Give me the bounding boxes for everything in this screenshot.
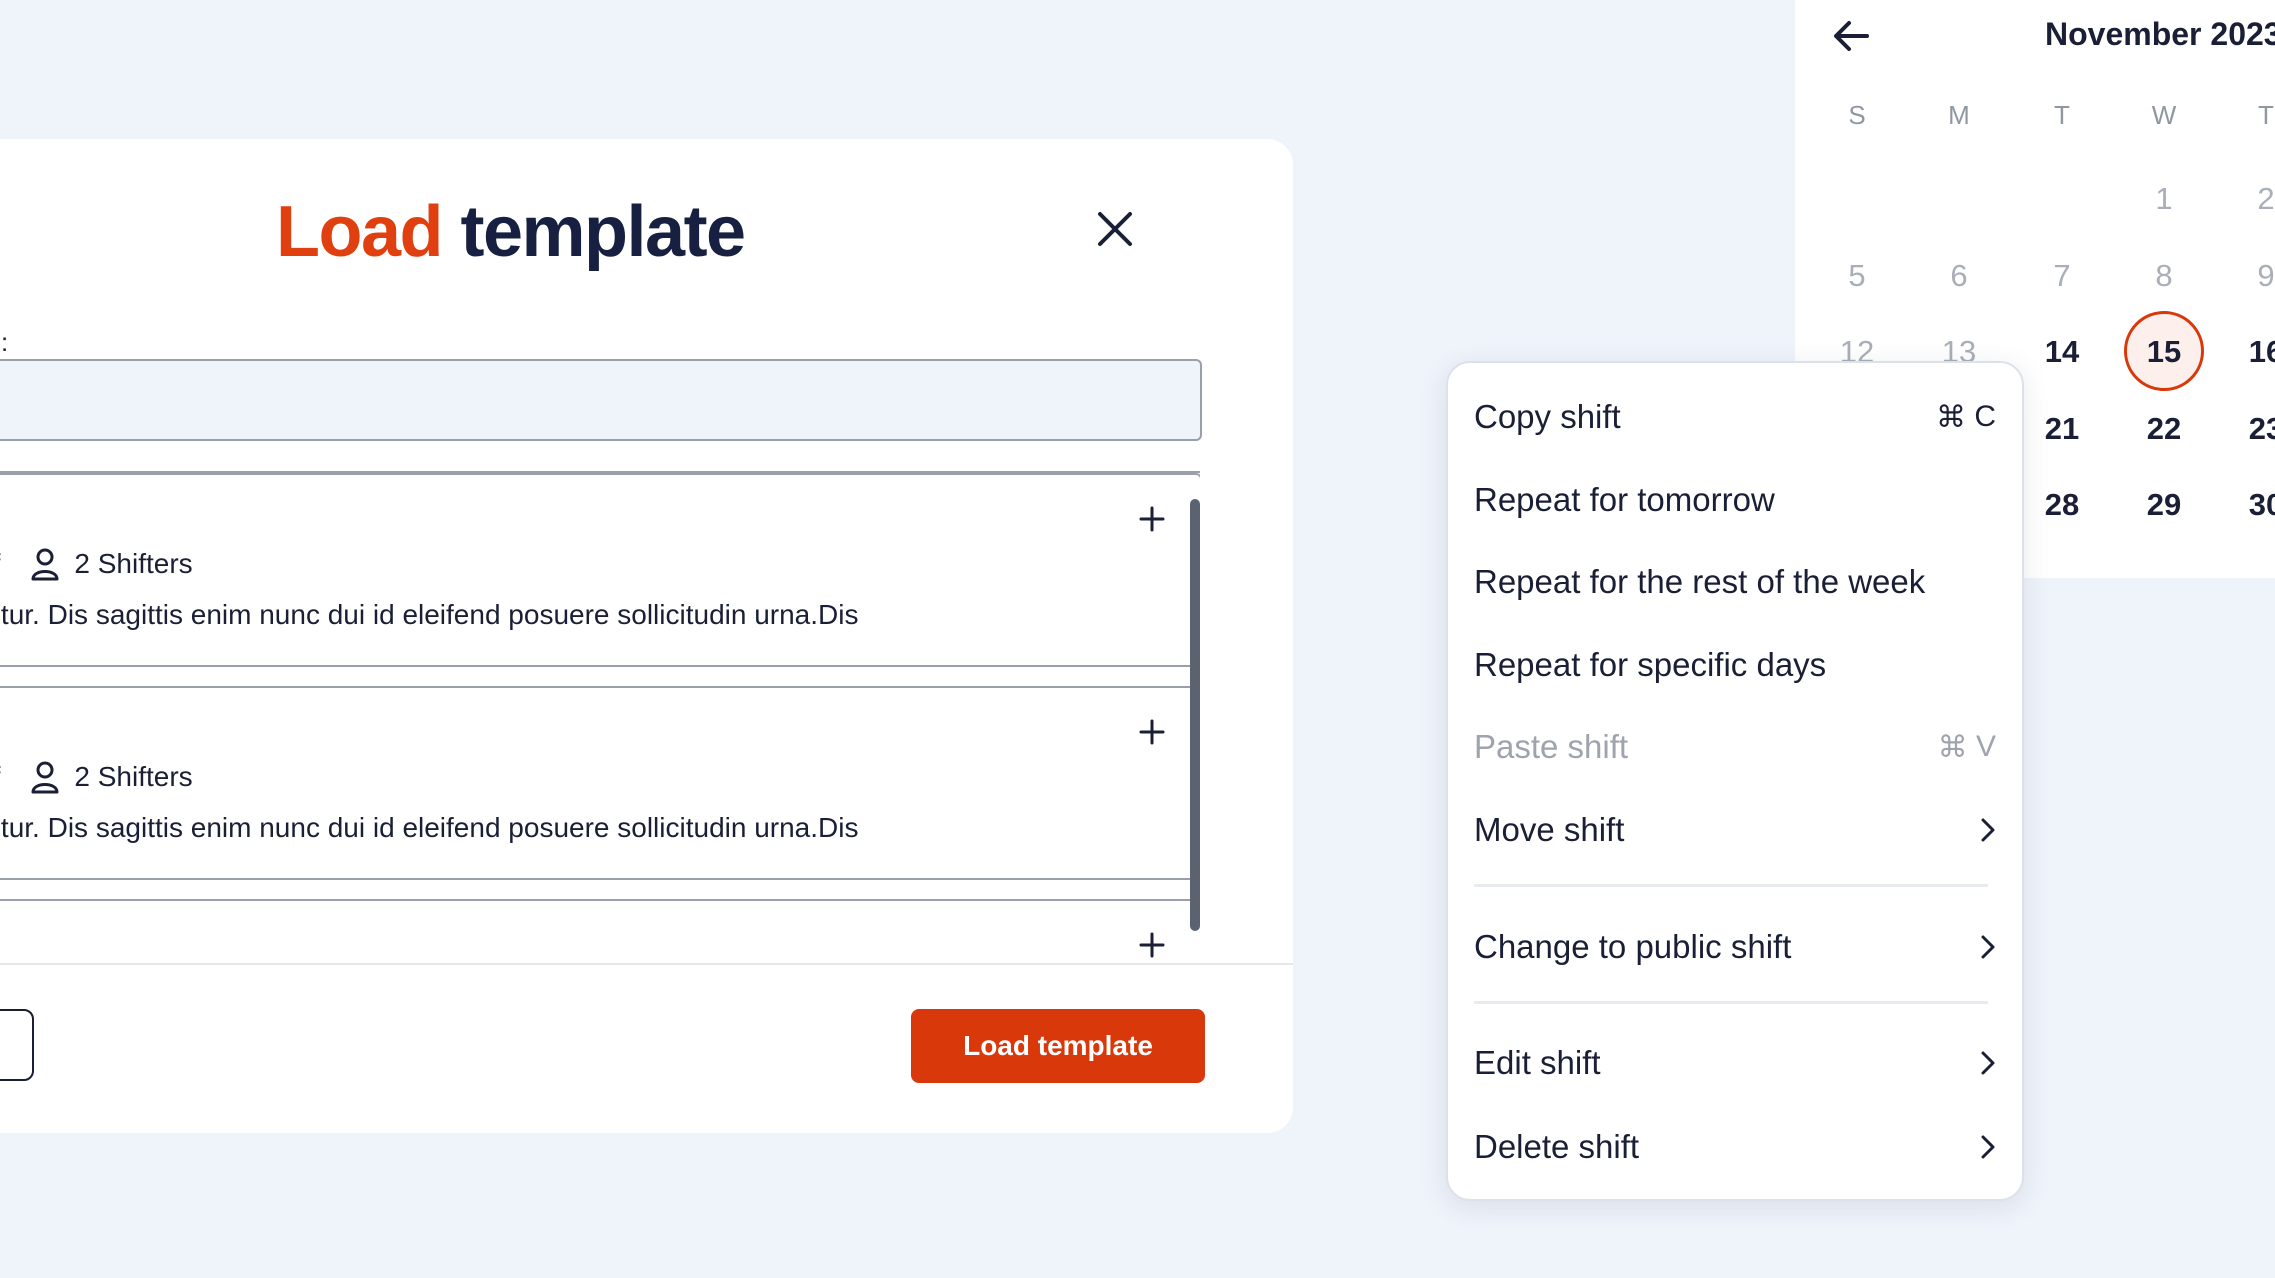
- calendar-day-today[interactable]: 15: [2124, 332, 2204, 372]
- menu-item-repeat-specific-days[interactable]: Repeat for specific days: [1474, 635, 1996, 695]
- add-template-button[interactable]: [1130, 497, 1174, 541]
- shifters-count: 2 Shifters: [74, 761, 193, 792]
- menu-item-delete-shift[interactable]: Delete shift: [1474, 1117, 1996, 1177]
- menu-item-label: Copy shift: [1474, 398, 1621, 435]
- modal-title-accent: Load: [276, 192, 443, 272]
- menu-item-repeat-rest-of-week[interactable]: Repeat for the rest of the week: [1474, 552, 1996, 612]
- person-icon: [30, 547, 60, 581]
- add-template-button[interactable]: [1130, 710, 1174, 754]
- shift-context-menu: Copy shift ⌘ C Repeat for tomorrow Repea…: [1446, 361, 2024, 1201]
- menu-item-paste-shift[interactable]: Paste shift ⌘ V: [1474, 717, 1996, 777]
- chevron-right-icon: [1980, 1050, 1996, 1076]
- menu-item-label: Repeat for tomorrow: [1474, 481, 1775, 518]
- calendar-day[interactable]: 7: [2022, 256, 2102, 296]
- menu-item-label: Change to public shift: [1474, 928, 1792, 965]
- calendar-day[interactable]: 29: [2124, 485, 2204, 525]
- modal-footer: Load template: [0, 963, 1293, 1133]
- shifters-count: 2 Shifters: [74, 548, 193, 579]
- command-icon: ⌘: [1935, 400, 1966, 434]
- close-icon: [1098, 212, 1132, 246]
- calendar-day[interactable]: 5: [1817, 256, 1897, 296]
- shortcut-hint: ⌘ V: [1937, 730, 1996, 764]
- calendar-day[interactable]: 6: [1919, 256, 1999, 296]
- menu-item-edit-shift[interactable]: Edit shift: [1474, 1033, 1996, 1093]
- weekday-label: T: [2258, 100, 2274, 130]
- calendar-day[interactable]: 16: [2226, 332, 2275, 372]
- calendar-day[interactable]: 23: [2226, 409, 2275, 449]
- modal-title-rest: template: [460, 192, 747, 272]
- template-description: ectetur. Dis sagittis enim nunc dui id e…: [0, 599, 859, 630]
- chevron-right-icon: [1980, 1134, 1996, 1160]
- menu-item-label: Paste shift: [1474, 728, 1629, 765]
- search-input[interactable]: [0, 359, 1202, 441]
- chevron-right-icon: [1980, 817, 1996, 843]
- template-card[interactable]: ne staff 2 Shifters ectetur. Dis sagitti…: [0, 473, 1200, 667]
- menu-item-move-shift[interactable]: Move shift: [1474, 800, 1996, 860]
- plus-icon: [1139, 932, 1165, 958]
- menu-item-label: Move shift: [1474, 811, 1625, 848]
- load-template-button[interactable]: Load template: [911, 1009, 1205, 1083]
- previous-month-button[interactable]: [1825, 10, 1877, 62]
- calendar-day[interactable]: 30: [2226, 485, 2275, 525]
- close-button[interactable]: [1080, 194, 1150, 264]
- calendar-day[interactable]: 14: [2022, 332, 2102, 372]
- add-template-button[interactable]: [1130, 923, 1174, 967]
- menu-item-change-to-public[interactable]: Change to public shift: [1474, 917, 1996, 977]
- chevron-right-icon: [1980, 934, 1996, 960]
- calendar-day[interactable]: 21: [2022, 409, 2102, 449]
- modal-title: Load template: [276, 189, 747, 275]
- menu-item-label: Repeat for specific days: [1474, 646, 1827, 683]
- shortcut-hint: ⌘ C: [1935, 400, 1996, 434]
- arrow-left-icon: [1834, 21, 1869, 51]
- template-description: ectetur. Dis sagittis enim nunc dui id e…: [0, 812, 859, 843]
- weekday-label: S: [1848, 100, 1866, 130]
- menu-item-repeat-tomorrow[interactable]: Repeat for tomorrow: [1474, 470, 1996, 530]
- calendar-month-label: November 2023: [2045, 16, 2275, 52]
- template-card[interactable]: ne staff 2 Shifters ectetur. Dis sagitti…: [0, 686, 1200, 880]
- menu-item-label: Delete shift: [1474, 1128, 1640, 1165]
- calendar-day[interactable]: 28: [2022, 485, 2102, 525]
- load-template-modal: Load template s: ne staff 2 Shifters ect…: [0, 139, 1293, 1133]
- scrollbar-thumb[interactable]: [1190, 499, 1200, 931]
- weekday-label: W: [2151, 100, 2177, 130]
- plus-icon: [1139, 719, 1165, 745]
- menu-item-label: Edit shift: [1474, 1044, 1601, 1081]
- calendar-day[interactable]: 8: [2124, 256, 2204, 296]
- weekday-label: M: [1948, 100, 1970, 130]
- plus-icon: [1139, 506, 1165, 532]
- menu-divider: [1474, 1001, 1988, 1004]
- menu-divider: [1474, 884, 1988, 887]
- person-icon: [30, 760, 60, 794]
- menu-item-copy-shift[interactable]: Copy shift ⌘ C: [1474, 387, 1996, 447]
- command-icon: ⌘: [1937, 730, 1968, 764]
- calendar-day[interactable]: 2: [2226, 179, 2275, 219]
- calendar-day[interactable]: 1: [2124, 179, 2204, 219]
- menu-item-label: Repeat for the rest of the week: [1474, 563, 1926, 600]
- weekday-label: T: [2054, 100, 2070, 130]
- template-meta: staff 2 Shifters: [0, 547, 193, 581]
- calendar-day[interactable]: 9: [2226, 256, 2275, 296]
- template-meta: staff 2 Shifters: [0, 760, 193, 794]
- calendar-day[interactable]: 22: [2124, 409, 2204, 449]
- cancel-button[interactable]: [0, 1009, 34, 1081]
- field-label: s:: [0, 327, 9, 357]
